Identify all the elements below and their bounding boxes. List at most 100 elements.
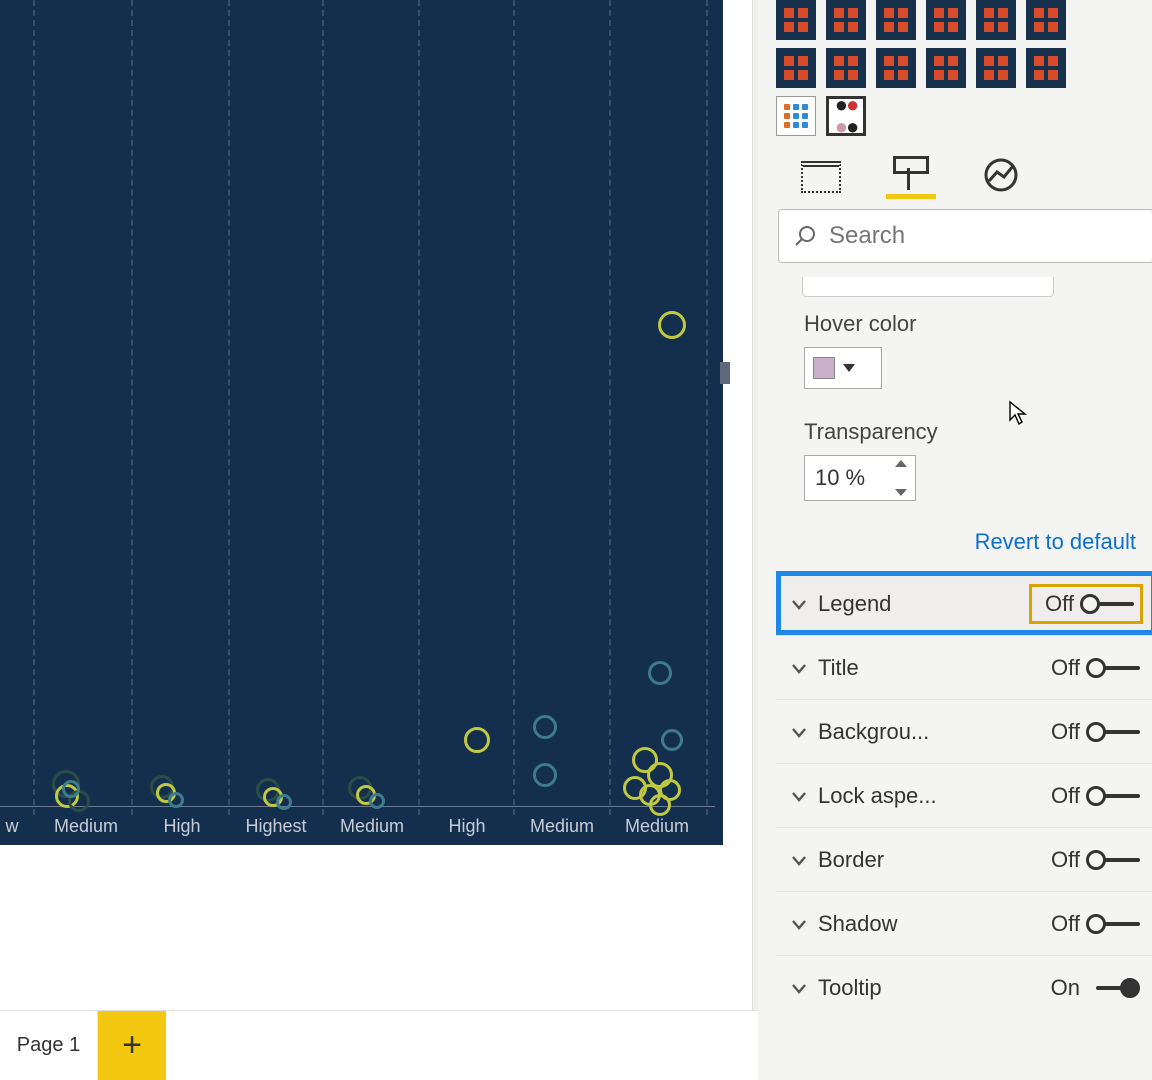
section-toggle[interactable]: Off <box>1044 911 1140 937</box>
data-point[interactable] <box>276 794 292 810</box>
gridline <box>513 0 515 815</box>
pane-tabs <box>796 156 1152 199</box>
revert-to-default[interactable]: Revert to default <box>776 511 1152 565</box>
chevron-down-icon <box>790 659 808 677</box>
data-point[interactable] <box>168 792 184 808</box>
hover-color-picker[interactable] <box>804 347 882 389</box>
section-toggle[interactable]: Off <box>1044 719 1140 745</box>
data-point[interactable] <box>533 715 557 739</box>
toggle-state: Off <box>1044 847 1080 873</box>
section-toggle[interactable]: Off <box>1044 655 1140 681</box>
data-point[interactable] <box>648 661 672 685</box>
transparency-group: Transparency 10 % <box>776 399 1152 511</box>
format-section-tooltip[interactable]: TooltipOn <box>776 955 1152 1019</box>
step-down-icon[interactable] <box>895 489 907 496</box>
chevron-down-icon <box>790 595 808 613</box>
data-point[interactable] <box>62 780 80 798</box>
toggle-switch[interactable] <box>1080 594 1134 614</box>
visual-type-tile[interactable] <box>976 0 1016 40</box>
visual-type-tile[interactable] <box>826 48 866 88</box>
visualizations-format-pane: ●● ●● Hover color <box>758 0 1152 1080</box>
visual-type-tile[interactable] <box>1026 0 1066 40</box>
section-label: Lock aspe... <box>818 783 1044 809</box>
visual-type-tile[interactable] <box>876 48 916 88</box>
search-input[interactable] <box>778 209 1152 263</box>
page-tab[interactable]: Page 1 <box>0 1011 98 1080</box>
chevron-down-icon <box>843 364 855 372</box>
vertical-scrollbar[interactable] <box>720 0 730 845</box>
section-label: Shadow <box>818 911 1044 937</box>
toggle-state: Off <box>1044 719 1080 745</box>
tab-analytics[interactable] <box>976 157 1026 199</box>
scroll-thumb[interactable] <box>720 362 730 384</box>
visual-type-tile[interactable] <box>926 0 966 40</box>
collapsed-input[interactable] <box>802 277 1054 297</box>
visual-type-tile[interactable]: ●● ●● <box>826 96 866 136</box>
toggle-switch[interactable] <box>1086 658 1140 678</box>
gridline <box>706 0 708 815</box>
transparency-value: 10 <box>815 465 839 491</box>
section-label: Title <box>818 655 1044 681</box>
hover-color-label: Hover color <box>804 311 1150 337</box>
visual-type-tile[interactable] <box>826 0 866 40</box>
visual-type-tile[interactable] <box>976 48 1016 88</box>
chevron-down-icon <box>790 723 808 741</box>
section-toggle[interactable]: Off <box>1044 847 1140 873</box>
format-section-title[interactable]: TitleOff <box>776 635 1152 699</box>
data-point[interactable] <box>658 311 686 339</box>
chevron-down-icon <box>790 979 808 997</box>
format-section-legend[interactable]: LegendOff <box>776 571 1152 635</box>
toggle-switch[interactable] <box>1086 722 1140 742</box>
transparency-label: Transparency <box>804 419 1150 445</box>
step-up-icon[interactable] <box>895 460 907 467</box>
section-toggle[interactable]: On <box>1044 975 1140 1001</box>
tab-format[interactable] <box>886 156 936 199</box>
x-tick-label: Medium <box>625 816 689 837</box>
data-point[interactable] <box>661 729 683 751</box>
tab-fields[interactable] <box>796 161 846 199</box>
visual-type-tile[interactable] <box>776 96 816 136</box>
x-tick-label: w <box>6 816 19 837</box>
visual-scatter[interactable]: w Medium High Highest Medium High Medium… <box>0 0 723 845</box>
data-point[interactable] <box>369 793 385 809</box>
toggle-switch[interactable] <box>1086 978 1140 998</box>
section-toggle[interactable]: Off <box>1044 783 1140 809</box>
visual-type-tile[interactable] <box>1026 48 1066 88</box>
gridline <box>228 0 230 815</box>
revert-link[interactable]: Revert to default <box>975 529 1136 554</box>
data-point[interactable] <box>464 727 490 753</box>
format-section-lock-aspe-[interactable]: Lock aspe...Off <box>776 763 1152 827</box>
toggle-switch[interactable] <box>1086 850 1140 870</box>
format-section-backgrou-[interactable]: Backgrou...Off <box>776 699 1152 763</box>
transparency-stepper[interactable]: 10 % <box>804 455 916 501</box>
search-field[interactable] <box>829 222 1139 250</box>
toggle-state: Off <box>1038 591 1074 617</box>
chevron-down-icon <box>790 851 808 869</box>
format-section-shadow[interactable]: ShadowOff <box>776 891 1152 955</box>
toggle-state: On <box>1044 975 1080 1001</box>
search-icon <box>793 224 817 248</box>
visual-type-tile[interactable] <box>776 48 816 88</box>
color-swatch <box>813 357 835 379</box>
visual-type-tile[interactable] <box>876 0 916 40</box>
toggle-switch[interactable] <box>1086 914 1140 934</box>
section-label: Border <box>818 847 1044 873</box>
gridline <box>418 0 420 815</box>
dots-icon: ●● ●● <box>835 94 858 138</box>
toggle-switch[interactable] <box>1086 786 1140 806</box>
visual-type-tile[interactable] <box>776 0 816 40</box>
data-point[interactable] <box>649 794 671 816</box>
section-toggle[interactable]: Off <box>1032 587 1140 621</box>
plus-icon: + <box>122 1026 142 1065</box>
grid-icon <box>784 104 808 128</box>
toggle-state: Off <box>1044 911 1080 937</box>
visual-type-tile[interactable] <box>926 48 966 88</box>
x-tick-label: Medium <box>530 816 594 837</box>
toggle-state: Off <box>1044 655 1080 681</box>
visual-type-gallery: ●● ●● <box>776 0 1152 136</box>
x-tick-label: High <box>448 816 485 837</box>
data-point[interactable] <box>533 763 557 787</box>
x-tick-label: Highest <box>245 816 306 837</box>
add-page-button[interactable]: + <box>98 1011 166 1080</box>
format-section-border[interactable]: BorderOff <box>776 827 1152 891</box>
